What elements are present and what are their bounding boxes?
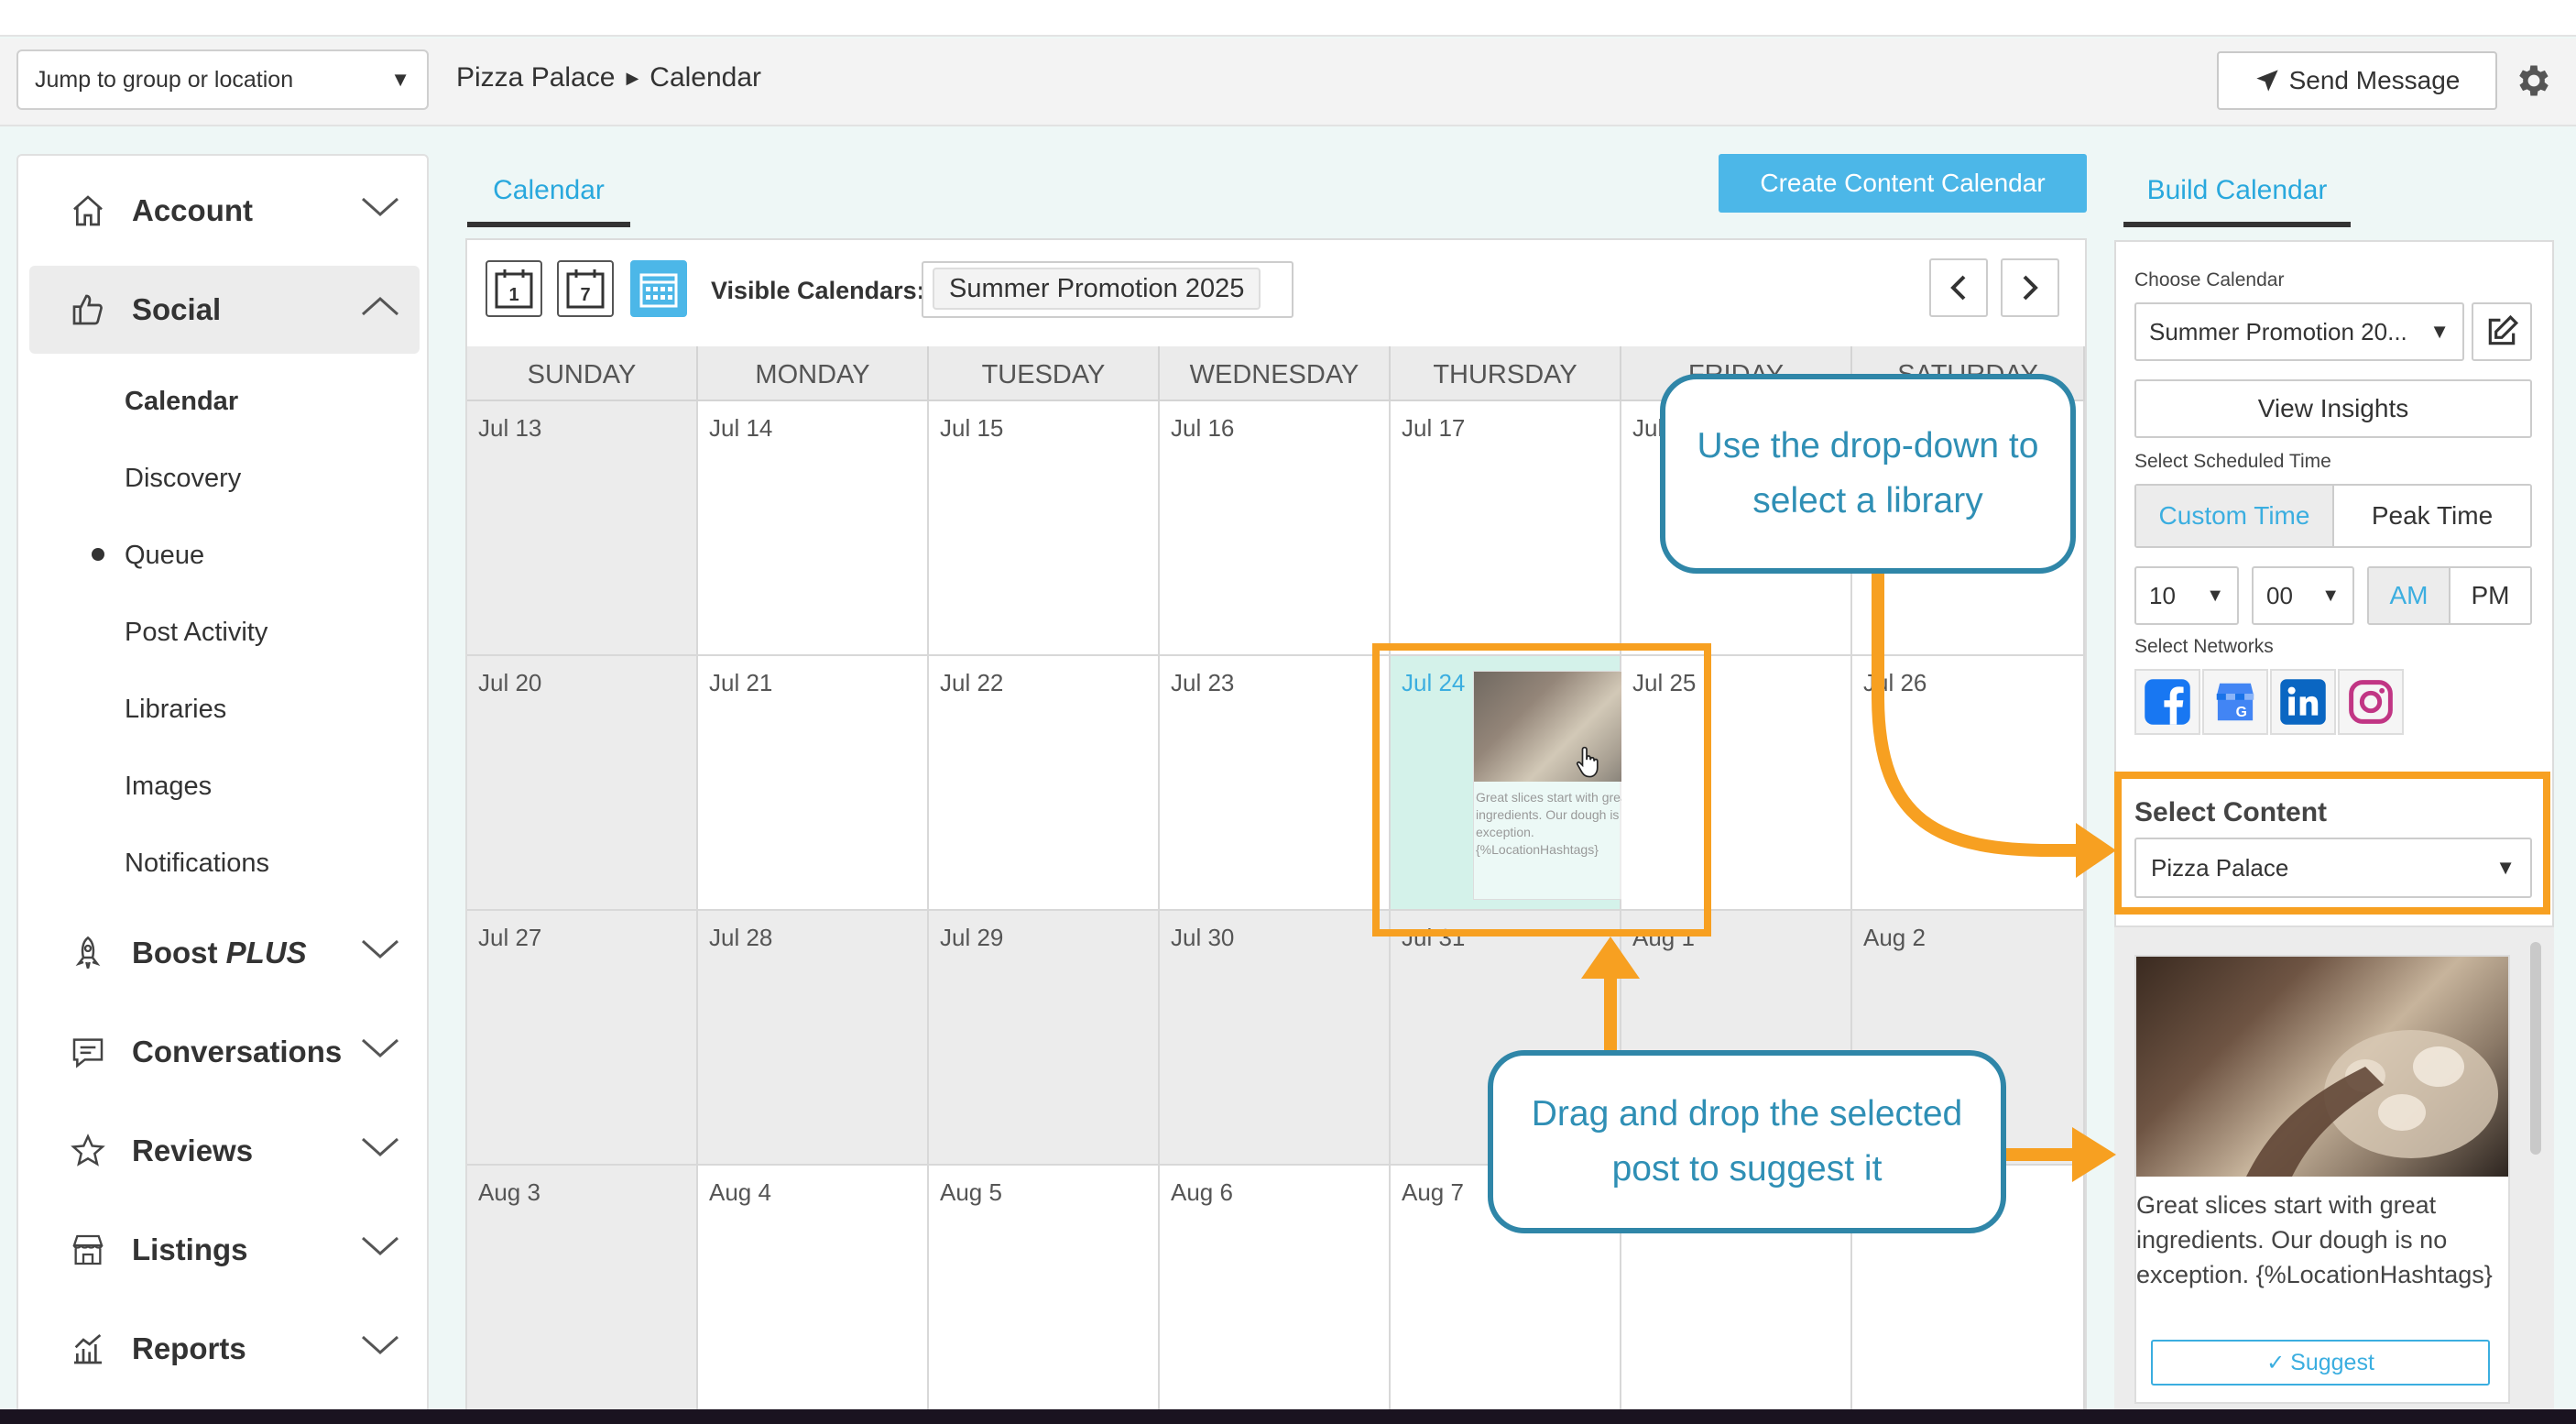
arrow-to-select-content bbox=[1872, 568, 2098, 857]
arrowhead-select-content bbox=[2076, 823, 2116, 878]
window-bottom-strip bbox=[0, 1409, 2576, 1424]
callout-select-library: Use the drop-down to select a library bbox=[1660, 374, 2076, 574]
arrowhead-drop-target bbox=[1581, 937, 1640, 979]
callout-drag-and-drop: Drag and drop the selected post to sugge… bbox=[1488, 1050, 2006, 1233]
annotation-arrows bbox=[1581, 568, 2116, 1182]
arrowhead-content-card bbox=[2072, 1127, 2116, 1182]
